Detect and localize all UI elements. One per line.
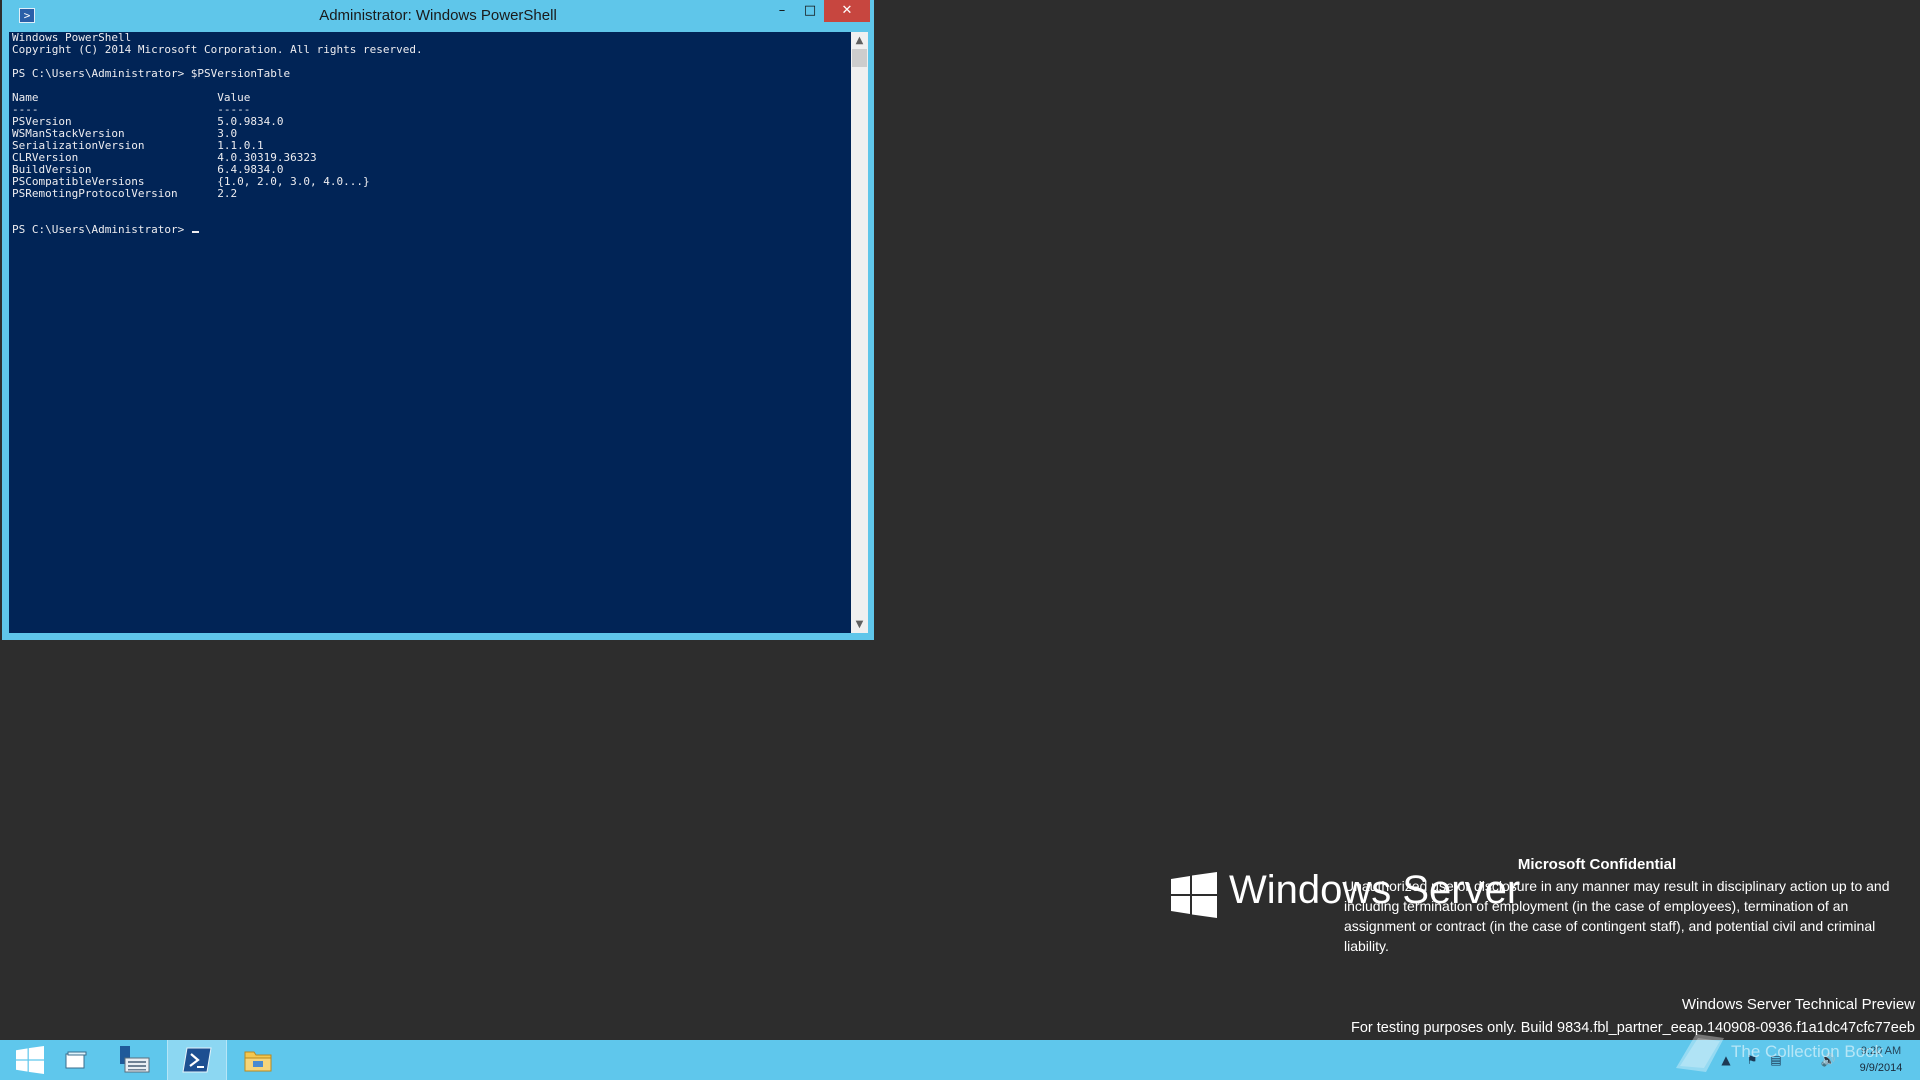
powershell-window[interactable]: > Administrator: Windows PowerShell – □ … <box>2 0 874 640</box>
window-title: Administrator: Windows PowerShell <box>319 7 557 24</box>
window-icon <box>65 1051 87 1069</box>
console-lines: Windows PowerShell Copyright (C) 2014 Mi… <box>12 32 423 200</box>
taskbar-server-manager[interactable] <box>104 1040 164 1080</box>
taskbar-file-explorer[interactable] <box>228 1040 288 1080</box>
close-button[interactable]: ✕ <box>824 0 870 22</box>
edition-label: Windows Server Technical Preview <box>1681 996 1915 1013</box>
scroll-down-arrow-icon[interactable]: ▼ <box>851 616 868 633</box>
taskbar-task-view[interactable] <box>46 1040 106 1080</box>
console-prompt: PS C:\Users\Administrator> <box>12 223 191 236</box>
confidential-body: Unauthorized use or disclosure in any ma… <box>1344 878 1890 954</box>
windows-logo-icon <box>1171 872 1217 918</box>
collection-watermark-text: The Collection Book <box>1731 1042 1884 1061</box>
book-watermark-icon <box>1676 1034 1724 1072</box>
console-area[interactable]: Windows PowerShell Copyright (C) 2014 Mi… <box>9 32 851 633</box>
console-output: Windows PowerShell Copyright (C) 2014 Mi… <box>12 32 423 236</box>
maximize-button[interactable]: □ <box>796 0 824 22</box>
powershell-icon <box>182 1047 212 1073</box>
server-manager-icon <box>120 1046 150 1073</box>
clock-date: 9/9/2014 <box>1859 1062 1903 1074</box>
taskbar: ▲ ⚑ ▤ 🔊 9:20 AM 9/9/2014 <box>0 1040 1920 1080</box>
windows-logo-icon <box>16 1046 44 1074</box>
minimize-button[interactable]: – <box>768 0 796 22</box>
taskbar-powershell[interactable] <box>167 1040 227 1080</box>
vertical-scrollbar[interactable]: ▲ ▼ <box>851 32 868 633</box>
confidential-title: Microsoft Confidential <box>1517 856 1677 873</box>
text-cursor <box>191 231 199 233</box>
scroll-up-arrow-icon[interactable]: ▲ <box>851 32 868 49</box>
window-titlebar[interactable]: > Administrator: Windows PowerShell – □ … <box>2 0 874 32</box>
confidential-notice: Microsoft Confidential Unauthorized use … <box>1344 855 1910 956</box>
scrollbar-thumb[interactable] <box>852 49 867 67</box>
folder-icon <box>244 1051 272 1072</box>
build-label: For testing purposes only. Build 9834.fb… <box>1350 1020 1915 1036</box>
